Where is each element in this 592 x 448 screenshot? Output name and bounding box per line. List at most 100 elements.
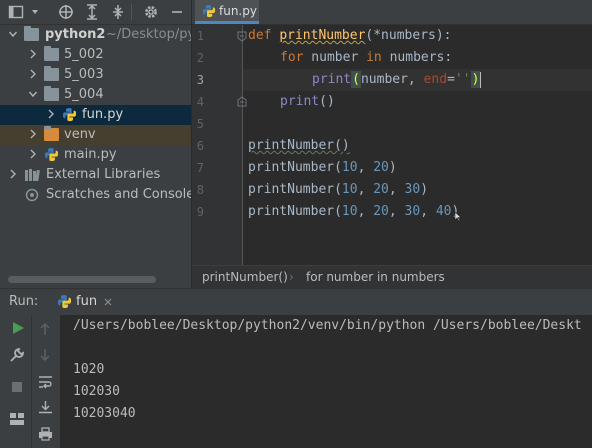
folder-icon [44, 46, 59, 61]
project-horizontal-scrollbar[interactable] [8, 276, 156, 283]
tree-item-main-py[interactable]: main.py [0, 145, 191, 165]
arrow-down-icon[interactable] [39, 348, 51, 362]
folder-icon [24, 26, 39, 41]
folder-icon [44, 86, 59, 101]
tab-label: fun.py [219, 4, 257, 18]
line-number: 2 [196, 51, 204, 65]
tree-item-label: External Libraries [46, 167, 161, 182]
line-number: 6 [196, 139, 204, 153]
close-icon[interactable] [104, 298, 112, 306]
console-line: /Users/boblee/Desktop/python2/venv/bin/p… [73, 318, 582, 333]
keyword: def [248, 28, 272, 43]
tree-item-fun-py[interactable]: fun.py [0, 105, 191, 125]
matched-paren: ( [351, 71, 361, 88]
number: 10 [341, 204, 358, 219]
text-caret [480, 72, 481, 88]
tree-item-5-002[interactable]: 5_002 [0, 45, 191, 65]
chevron-right-icon[interactable] [46, 107, 56, 121]
code-line-8: printNumber(10, 20, 30) [248, 179, 428, 201]
tree-item-5-004[interactable]: 5_004 [0, 85, 191, 105]
call-parens: () [319, 94, 335, 109]
number: 20 [373, 160, 389, 175]
separator: , [357, 204, 374, 219]
line-number: 1 [196, 29, 204, 43]
folder-icon [44, 66, 59, 81]
layout-icon[interactable] [9, 412, 25, 426]
console-line: 10203040 [73, 406, 136, 421]
locate-target-icon[interactable] [58, 4, 74, 20]
gutter-divider [242, 25, 243, 265]
fold-marker-icon[interactable] [237, 31, 247, 42]
project-view-icon[interactable] [8, 4, 24, 20]
line-number: 9 [196, 205, 204, 219]
equals: = [447, 72, 455, 87]
keyword-argument: end [423, 72, 448, 87]
tree-item-label: main.py [64, 147, 117, 162]
code-line-1: def printNumber(*numbers): [248, 25, 452, 47]
toolbar-divider [131, 4, 132, 20]
expand-all-icon[interactable] [84, 4, 100, 20]
project-toolbar [0, 0, 191, 25]
chevron-right-icon[interactable] [8, 167, 18, 181]
chevron-right-icon[interactable] [28, 67, 38, 81]
number: 10 [341, 160, 358, 175]
run-panel-header: Run: fun [0, 288, 592, 315]
argument: number, [360, 72, 424, 87]
tree-item-5-003[interactable]: 5_003 [0, 65, 191, 85]
root-folder-path: ~/Desktop/pyt [106, 27, 191, 42]
chevron-down-icon[interactable] [8, 27, 18, 41]
breadcrumb-loop[interactable]: for number in numbers [306, 270, 445, 284]
breadcrumb-separator: › [289, 270, 294, 284]
python-file-icon [202, 4, 216, 18]
number: 20 [373, 204, 389, 219]
chevron-right-icon[interactable] [28, 127, 38, 141]
tree-item-label: Scratches and Consoles [46, 187, 191, 202]
code-line-3: print(number, end='') [312, 69, 481, 91]
code-line-9: printNumber(10, 20, 30, 40) [248, 201, 459, 223]
stop-icon[interactable] [11, 381, 23, 393]
rerun-play-icon[interactable] [11, 321, 25, 335]
soft-wrap-icon[interactable] [38, 375, 53, 389]
keyword: for [280, 50, 304, 65]
scroll-to-end-icon[interactable] [38, 400, 53, 414]
tree-root-python2[interactable]: python2 ~/Desktop/pyt [0, 25, 191, 45]
tree-item-scratches[interactable]: Scratches and Consoles [0, 185, 191, 205]
code-line-2: for number in numbers: [280, 47, 452, 69]
tree-item-label: 5_003 [64, 67, 104, 82]
close-paren: ) [388, 160, 397, 175]
run-label: Run: [9, 294, 39, 309]
chevron-right-icon[interactable] [28, 147, 38, 161]
arrow-up-icon[interactable] [39, 322, 51, 336]
separator: , [357, 182, 374, 197]
keyword: in [366, 50, 382, 65]
line-number: 4 [196, 95, 204, 109]
separator: , [388, 182, 405, 197]
tree-item-venv[interactable]: venv [0, 125, 191, 145]
separator: , [420, 204, 436, 219]
gear-icon[interactable] [143, 4, 159, 20]
breadcrumb-function[interactable]: printNumber() [202, 270, 288, 284]
fold-end-marker-icon[interactable] [237, 96, 247, 107]
tree-item-label: venv [64, 127, 96, 142]
chevron-down-icon[interactable] [28, 87, 38, 101]
tree-item-external-libraries[interactable]: External Libraries [0, 165, 191, 185]
code-line-4: print() [280, 91, 335, 113]
params: (*numbers): [365, 28, 452, 43]
number: 10 [341, 182, 358, 197]
code-line-6: printNumber() [248, 138, 350, 153]
tab-fun-py[interactable]: fun.py [195, 0, 259, 24]
run-tab-fun[interactable]: fun [76, 294, 97, 309]
number: 20 [373, 182, 389, 197]
chevron-right-icon[interactable] [28, 47, 38, 61]
string-literal: '' [454, 72, 471, 87]
library-icon [25, 169, 40, 182]
wrench-icon[interactable] [9, 347, 25, 363]
print-icon[interactable] [38, 427, 53, 441]
builtin: print [280, 94, 320, 109]
dropdown-arrow-icon[interactable] [31, 4, 39, 20]
collapse-all-icon[interactable] [110, 4, 126, 20]
call-name: printNumber( [248, 160, 342, 175]
scratches-icon [25, 188, 39, 202]
minimize-icon[interactable] [170, 4, 184, 20]
excluded-folder-icon [44, 126, 59, 141]
